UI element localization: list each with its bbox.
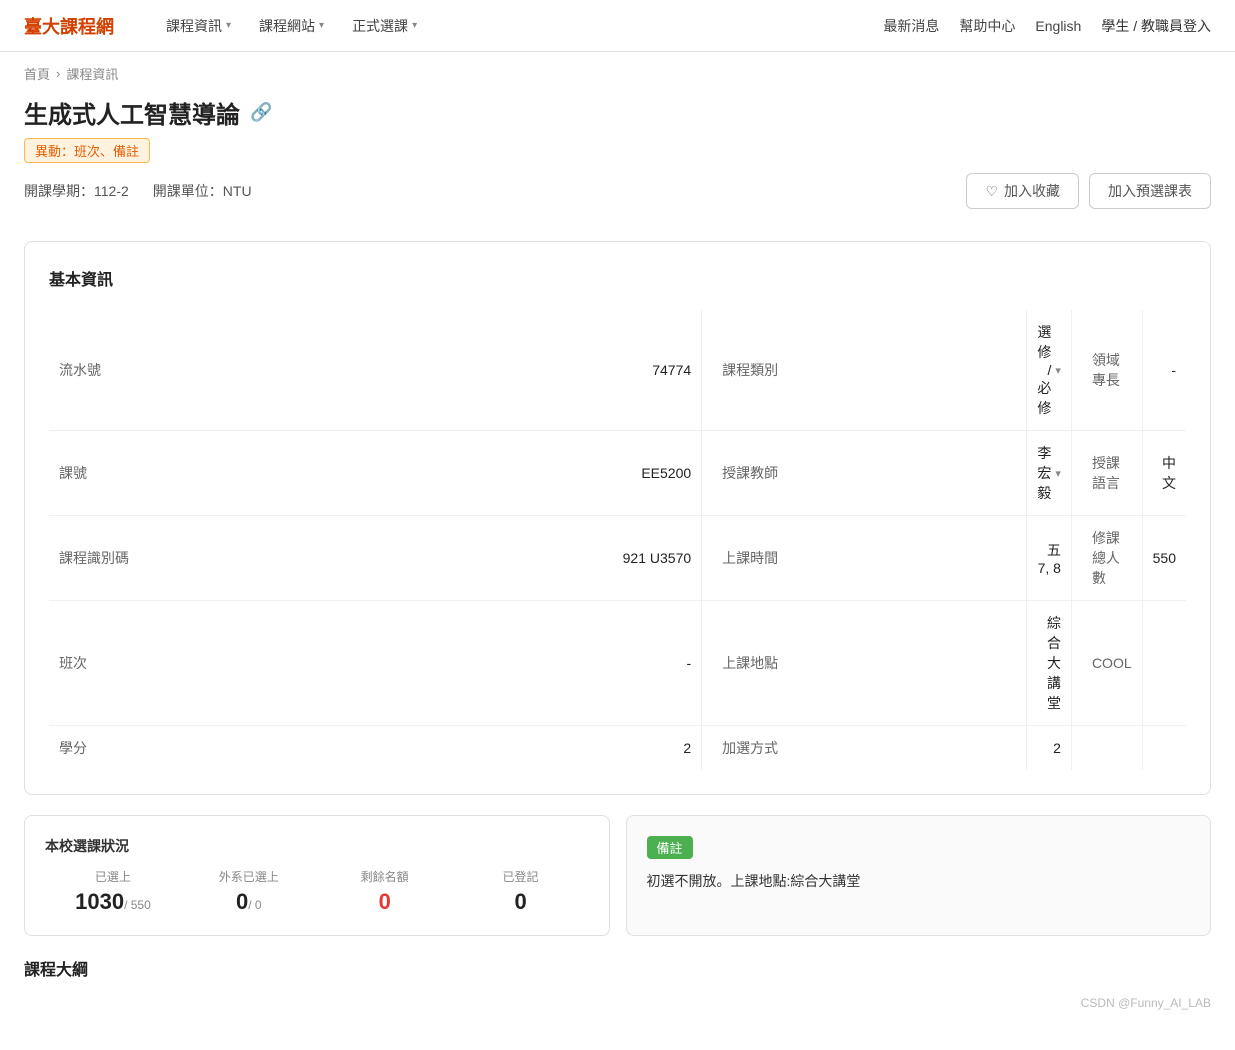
enrollment-cols: 已選上 1030 / 550 外系已選上 0 / 0 剩餘名額 (45, 868, 589, 915)
link-icon[interactable]: 🔗 (250, 102, 272, 123)
value-add-method: 2 (1053, 740, 1061, 756)
chevron-down-icon: ▾ (412, 20, 417, 31)
label-total-students: 修課總人數 (1092, 530, 1120, 586)
unit-label: 開課單位：NTU (153, 181, 252, 201)
value-course-no: EE5200 (641, 465, 691, 481)
enrollment-title: 本校選課狀況 (45, 836, 589, 856)
basic-info-card: 基本資訊 流水號 74774 課程類別 選修 / 必修 (24, 241, 1211, 795)
status-section: 本校選課狀況 已選上 1030 / 550 外系已選上 0 / 0 (24, 815, 1211, 936)
value-course-type: 選修 / 必修 (1037, 322, 1051, 418)
label-serial: 流水號 (59, 362, 101, 378)
note-badge: 備註 (647, 836, 693, 859)
label-class-time: 上課時間 (722, 550, 778, 566)
nav-english[interactable]: English (1035, 18, 1081, 34)
label-cool: COOL (1092, 655, 1132, 671)
nav-item-course-select[interactable]: 正式選課 ▾ (340, 8, 429, 44)
value-domain: - (1171, 362, 1176, 378)
nav-help-center[interactable]: 幫助中心 (959, 16, 1015, 36)
basic-info-title: 基本資訊 (49, 266, 1186, 290)
label-credits: 學分 (59, 740, 87, 756)
status-col-remaining: 剩餘名額 0 (317, 868, 453, 915)
note-card: 備註 初選不開放。上課地點:綜合大講堂 (626, 815, 1212, 936)
enrollment-status-card: 本校選課狀況 已選上 1030 / 550 外系已選上 0 / 0 (24, 815, 610, 936)
basic-info-table: 流水號 74774 課程類別 選修 / 必修 ▾ (49, 310, 1186, 770)
note-text: 初選不開放。上課地點:綜合大講堂 (647, 871, 1191, 891)
footer-text: CSDN @Funny_AI_LAB (24, 996, 1211, 1010)
label-class-section: 班次 (59, 655, 87, 671)
breadcrumb-sep: › (56, 66, 60, 81)
table-row: 課程識別碼 921 U3570 上課時間 五 7, 8 修課總人數 (49, 516, 1186, 601)
nav-latest-news[interactable]: 最新消息 (883, 16, 939, 36)
label-language: 授課語言 (1092, 455, 1120, 491)
syllabus-title: 課程大綱 (24, 956, 1211, 980)
nav-item-course-site[interactable]: 課程網站 ▾ (247, 8, 336, 44)
value-classroom: 綜合大講堂 (1047, 615, 1061, 711)
nav-links: 課程資訊 ▾ 課程網站 ▾ 正式選課 ▾ (154, 8, 883, 44)
label-course-type: 課程類別 (722, 362, 778, 378)
value-total-students: 550 (1153, 550, 1176, 566)
navbar-right: 最新消息 幫助中心 English 學生 / 教職員登入 (883, 16, 1211, 36)
value-class-time: 五 7, 8 (1038, 542, 1061, 576)
page-content: 生成式人工智慧導論 🔗 異動：班次、備註 開課學期：112-2 開課單位：NTU… (0, 95, 1235, 1050)
table-row: 學分 2 加選方式 2 (49, 726, 1186, 771)
value-credits: 2 (683, 740, 691, 756)
label-classroom: 上課地點 (722, 655, 778, 671)
chevron-down-icon: ▾ (319, 20, 324, 31)
label-teacher: 授課教師 (722, 465, 778, 481)
breadcrumb-current: 課程資訊 (66, 64, 118, 83)
status-col-enrolled: 已選上 1030 / 550 (45, 868, 181, 915)
breadcrumb-home[interactable]: 首頁 (24, 64, 50, 83)
status-col-external: 外系已選上 0 / 0 (181, 868, 317, 915)
table-row: 流水號 74774 課程類別 選修 / 必修 ▾ (49, 310, 1186, 431)
prelist-button[interactable]: 加入預選課表 (1089, 173, 1211, 209)
action-row: ♡ 加入收藏 加入預選課表 (966, 173, 1211, 209)
label-add-method: 加選方式 (722, 740, 778, 756)
label-course-id: 課程識別碼 (59, 550, 129, 566)
title-row: 生成式人工智慧導論 🔗 (24, 95, 1211, 130)
value-language: 中文 (1162, 455, 1176, 491)
table-row: 班次 - 上課地點 綜合大講堂 COOL (49, 601, 1186, 726)
value-course-id: 921 U3570 (623, 550, 692, 566)
chevron-down-icon[interactable]: ▾ (1055, 364, 1061, 377)
nav-item-course-info[interactable]: 課程資訊 ▾ (154, 8, 243, 44)
value-serial: 74774 (652, 362, 691, 378)
page-title: 生成式人工智慧導論 (24, 95, 240, 130)
value-class-section: - (686, 655, 691, 671)
value-teacher: 李宏毅 (1037, 443, 1051, 503)
heart-icon: ♡ (985, 183, 998, 200)
status-col-registered: 已登記 0 (453, 868, 589, 915)
chevron-down-icon[interactable]: ▾ (1055, 467, 1061, 480)
save-button[interactable]: ♡ 加入收藏 (966, 173, 1079, 209)
nav-login-button[interactable]: 學生 / 教職員登入 (1101, 16, 1211, 36)
label-course-no: 課號 (59, 465, 87, 481)
label-domain: 領域專長 (1092, 352, 1120, 388)
navbar: 臺大課程網 課程資訊 ▾ 課程網站 ▾ 正式選課 ▾ 最新消息 幫助中心 Eng… (0, 0, 1235, 52)
table-row: 課號 EE5200 授課教師 李宏毅 ▾ 授 (49, 431, 1186, 516)
alert-badge: 異動：班次、備註 (24, 138, 150, 163)
meta-row: 開課學期：112-2 開課單位：NTU (24, 181, 252, 201)
semester-label: 開課學期：112-2 (24, 181, 129, 201)
chevron-down-icon: ▾ (226, 20, 231, 31)
breadcrumb: 首頁 › 課程資訊 (0, 52, 1235, 95)
site-logo[interactable]: 臺大課程網 (24, 13, 114, 39)
